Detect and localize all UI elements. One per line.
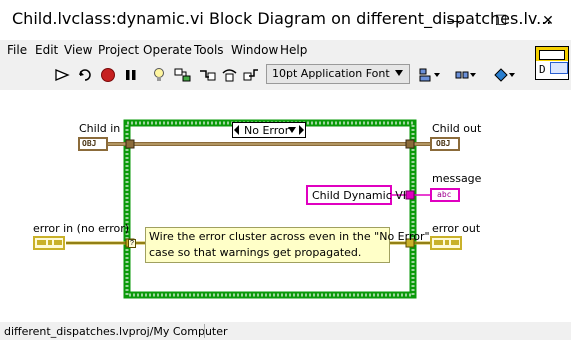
distribute-objects-icon[interactable] — [455, 66, 479, 84]
comment-note[interactable]: Wire the error cluster across even in th… — [145, 227, 430, 263]
chevron-down-icon[interactable] — [288, 127, 296, 133]
child-in-label: Child in — [79, 122, 121, 135]
reorder-icon[interactable] — [493, 66, 517, 84]
run-arrow-icon[interactable] — [53, 66, 71, 84]
align-objects-icon[interactable] — [419, 66, 443, 84]
abc-label: abc — [437, 190, 452, 199]
step-out-icon[interactable] — [243, 66, 261, 84]
step-into-icon[interactable] — [199, 66, 217, 84]
retain-wire-values-icon[interactable] — [174, 66, 192, 84]
pause-icon[interactable] — [122, 66, 140, 84]
chevron-down-icon — [395, 70, 403, 76]
font-select[interactable]: 10pt Application Font — [266, 64, 410, 84]
case-selector-value: No Error — [244, 124, 290, 137]
menu-bar: File Edit View Project Operate Tools Win… — [0, 40, 571, 60]
input-tunnel-class — [125, 139, 135, 149]
abort-icon[interactable] — [99, 66, 117, 84]
child-in-terminal[interactable]: OBJ — [78, 137, 108, 151]
vi-icon[interactable]: D — [535, 46, 569, 80]
case-selector[interactable]: No Error — [232, 122, 306, 138]
obj-label: OBJ — [82, 139, 97, 148]
error-in-label: error in (no error) — [33, 222, 130, 235]
output-tunnel-class — [405, 139, 415, 149]
error-out-label: error out — [432, 222, 481, 235]
status-bar: different_dispatches.lvproj/My Computer — [0, 322, 571, 340]
error-cluster-icon — [434, 240, 459, 245]
close-icon: ✕ — [542, 11, 554, 28]
menu-help[interactable]: Help — [280, 43, 307, 57]
case-decrement-icon[interactable] — [234, 125, 239, 135]
case-increment-icon[interactable] — [299, 125, 304, 135]
error-out-terminal[interactable] — [430, 236, 462, 250]
close-button[interactable]: ✕ — [525, 0, 571, 40]
child-out-terminal[interactable]: OBJ — [430, 137, 460, 151]
message-terminal[interactable]: abc — [430, 188, 460, 202]
maximize-button[interactable]: ☐ — [478, 0, 524, 40]
child-out-label: Child out — [432, 122, 482, 135]
comment-anchor-icon: ? — [128, 239, 136, 248]
project-path: different_dispatches.lvproj/My Computer — [4, 325, 228, 338]
status-divider — [204, 324, 205, 338]
string-constant-value: Child Dynamic VI — [312, 189, 407, 202]
string-constant[interactable]: Child Dynamic VI — [306, 185, 406, 205]
vi-icon-letter: D — [539, 63, 546, 76]
menu-window[interactable]: Window — [231, 43, 278, 57]
font-select-value: 10pt Application Font — [272, 67, 390, 80]
minimize-icon: — — [447, 12, 461, 28]
error-cluster-icon — [37, 240, 62, 245]
obj-label: OBJ — [436, 139, 451, 148]
step-over-icon[interactable] — [221, 66, 239, 84]
minimize-button[interactable]: — — [431, 0, 477, 40]
maximize-icon: ☐ — [494, 11, 508, 28]
menu-view[interactable]: View — [64, 43, 92, 57]
menu-tools[interactable]: Tools — [194, 43, 224, 57]
title-bar: Child.lvclass:dynamic.vi Block Diagram o… — [0, 0, 571, 40]
menu-project[interactable]: Project — [98, 43, 139, 57]
comment-line-2: case so that warnings get propagated. — [149, 246, 362, 259]
highlight-execution-icon[interactable] — [150, 66, 168, 84]
menu-file[interactable]: File — [7, 43, 27, 57]
toolbar: 10pt Application Font — [0, 60, 530, 90]
message-label: message — [432, 172, 482, 185]
comment-line-1: Wire the error cluster across even in th… — [149, 230, 430, 243]
output-tunnel-string — [405, 190, 415, 200]
menu-operate[interactable]: Operate — [143, 43, 192, 57]
block-diagram[interactable]: No Error Child in Child out message erro… — [0, 90, 571, 322]
menu-edit[interactable]: Edit — [35, 43, 58, 57]
error-in-terminal[interactable] — [33, 236, 65, 250]
run-continuously-icon[interactable] — [76, 66, 94, 84]
case-structure — [123, 119, 417, 299]
